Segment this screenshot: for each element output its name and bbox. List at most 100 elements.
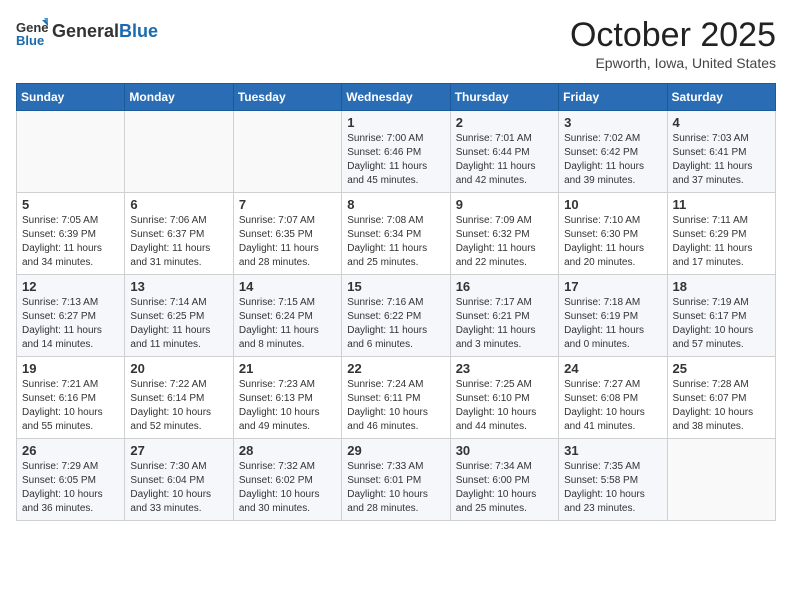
day-number: 2 xyxy=(456,115,553,130)
calendar-cell: 25 Sunrise: 7:28 AM Sunset: 6:07 PM Dayli… xyxy=(667,357,775,439)
day-info: Sunrise: 7:02 AM Sunset: 6:42 PM Dayligh… xyxy=(564,132,661,188)
calendar-cell: 12Sunrise: 7:13 AM Sunset: 6:27 PM Dayli… xyxy=(17,275,125,357)
calendar-cell: 23 Sunrise: 7:25 AM Sunset: 6:10 PM Dayli… xyxy=(450,357,558,439)
calendar-cell: 15 Sunrise: 7:16 AM Sunset: 6:22 PM Dayli… xyxy=(342,275,450,357)
calendar-cell xyxy=(667,439,775,521)
calendar-cell: 26Sunrise: 7:29 AM Sunset: 6:05 PM Dayli… xyxy=(17,439,125,521)
day-info: Sunrise: 7:17 AM Sunset: 6:21 PM Dayligh… xyxy=(456,296,553,352)
day-number: 6 xyxy=(130,197,227,212)
day-info: Sunrise: 7:05 AM Sunset: 6:39 PM Dayligh… xyxy=(22,214,119,270)
calendar-cell: 5 Sunrise: 7:05 AM Sunset: 6:39 PM Daylig… xyxy=(17,193,125,275)
calendar-cell: 19 Sunrise: 7:21 AM Sunset: 6:16 PM Dayli… xyxy=(17,357,125,439)
calendar-cell: 21 Sunrise: 7:23 AM Sunset: 6:13 PM Dayli… xyxy=(233,357,341,439)
day-number: 23 xyxy=(456,361,553,376)
day-info: Sunrise: 7:13 AM Sunset: 6:27 PM Dayligh… xyxy=(22,296,119,352)
day-header-friday: Friday xyxy=(559,84,667,111)
day-number: 15 xyxy=(347,279,444,294)
day-number: 31 xyxy=(564,443,661,458)
calendar-cell: 9Sunrise: 7:09 AM Sunset: 6:32 PM Daylig… xyxy=(450,193,558,275)
day-number: 30 xyxy=(456,443,553,458)
calendar-cell: 6 Sunrise: 7:06 AM Sunset: 6:37 PM Daylig… xyxy=(125,193,233,275)
day-number: 17 xyxy=(564,279,661,294)
day-info: Sunrise: 7:30 AM Sunset: 6:04 PM Dayligh… xyxy=(130,460,227,516)
calendar-cell: 1 Sunrise: 7:00 AM Sunset: 6:46 PM Daylig… xyxy=(342,111,450,193)
day-info: Sunrise: 7:32 AM Sunset: 6:02 PM Dayligh… xyxy=(239,460,336,516)
calendar-cell xyxy=(125,111,233,193)
day-info: Sunrise: 7:33 AM Sunset: 6:01 PM Dayligh… xyxy=(347,460,444,516)
day-number: 3 xyxy=(564,115,661,130)
calendar-cell: 3 Sunrise: 7:02 AM Sunset: 6:42 PM Daylig… xyxy=(559,111,667,193)
day-number: 13 xyxy=(130,279,227,294)
day-header-tuesday: Tuesday xyxy=(233,84,341,111)
calendar-cell: 24 Sunrise: 7:27 AM Sunset: 6:08 PM Dayli… xyxy=(559,357,667,439)
logo-general-text: General xyxy=(52,21,119,41)
day-info: Sunrise: 7:34 AM Sunset: 6:00 PM Dayligh… xyxy=(456,460,553,516)
week-row-4: 19 Sunrise: 7:21 AM Sunset: 6:16 PM Dayli… xyxy=(17,357,776,439)
day-info: Sunrise: 7:03 AM Sunset: 6:41 PM Dayligh… xyxy=(673,132,770,188)
calendar-cell: 31 Sunrise: 7:35 AM Sunset: 5:58 PM Dayli… xyxy=(559,439,667,521)
day-info: Sunrise: 7:11 AM Sunset: 6:29 PM Dayligh… xyxy=(673,214,770,270)
day-info: Sunrise: 7:16 AM Sunset: 6:22 PM Dayligh… xyxy=(347,296,444,352)
calendar-cell: 10 Sunrise: 7:10 AM Sunset: 6:30 PM Dayli… xyxy=(559,193,667,275)
day-number: 24 xyxy=(564,361,661,376)
week-row-3: 12Sunrise: 7:13 AM Sunset: 6:27 PM Dayli… xyxy=(17,275,776,357)
day-info: Sunrise: 7:28 AM Sunset: 6:07 PM Dayligh… xyxy=(673,378,770,434)
day-info: Sunrise: 7:24 AM Sunset: 6:11 PM Dayligh… xyxy=(347,378,444,434)
day-info: Sunrise: 7:35 AM Sunset: 5:58 PM Dayligh… xyxy=(564,460,661,516)
day-info: Sunrise: 7:07 AM Sunset: 6:35 PM Dayligh… xyxy=(239,214,336,270)
day-header-saturday: Saturday xyxy=(667,84,775,111)
day-header-thursday: Thursday xyxy=(450,84,558,111)
logo-icon: General Blue xyxy=(16,16,48,48)
logo-blue-text: Blue xyxy=(119,21,158,41)
day-info: Sunrise: 7:23 AM Sunset: 6:13 PM Dayligh… xyxy=(239,378,336,434)
day-number: 18 xyxy=(673,279,770,294)
week-row-2: 5 Sunrise: 7:05 AM Sunset: 6:39 PM Daylig… xyxy=(17,193,776,275)
calendar-cell: 14 Sunrise: 7:15 AM Sunset: 6:24 PM Dayli… xyxy=(233,275,341,357)
calendar-cell: 13 Sunrise: 7:14 AM Sunset: 6:25 PM Dayli… xyxy=(125,275,233,357)
calendar-cell: 20 Sunrise: 7:22 AM Sunset: 6:14 PM Dayli… xyxy=(125,357,233,439)
day-number: 1 xyxy=(347,115,444,130)
day-info: Sunrise: 7:22 AM Sunset: 6:14 PM Dayligh… xyxy=(130,378,227,434)
day-number: 8 xyxy=(347,197,444,212)
day-info: Sunrise: 7:15 AM Sunset: 6:24 PM Dayligh… xyxy=(239,296,336,352)
day-number: 29 xyxy=(347,443,444,458)
calendar-cell: 8 Sunrise: 7:08 AM Sunset: 6:34 PM Daylig… xyxy=(342,193,450,275)
calendar-cell: 4 Sunrise: 7:03 AM Sunset: 6:41 PM Daylig… xyxy=(667,111,775,193)
calendar-cell xyxy=(17,111,125,193)
calendar-header-row: SundayMondayTuesdayWednesdayThursdayFrid… xyxy=(17,84,776,111)
calendar-cell: 11Sunrise: 7:11 AM Sunset: 6:29 PM Dayli… xyxy=(667,193,775,275)
day-info: Sunrise: 7:10 AM Sunset: 6:30 PM Dayligh… xyxy=(564,214,661,270)
week-row-5: 26Sunrise: 7:29 AM Sunset: 6:05 PM Dayli… xyxy=(17,439,776,521)
week-row-1: 1 Sunrise: 7:00 AM Sunset: 6:46 PM Daylig… xyxy=(17,111,776,193)
day-number: 4 xyxy=(673,115,770,130)
day-number: 19 xyxy=(22,361,119,376)
day-info: Sunrise: 7:08 AM Sunset: 6:34 PM Dayligh… xyxy=(347,214,444,270)
day-info: Sunrise: 7:00 AM Sunset: 6:46 PM Dayligh… xyxy=(347,132,444,188)
calendar-cell: 27 Sunrise: 7:30 AM Sunset: 6:04 PM Dayli… xyxy=(125,439,233,521)
day-header-monday: Monday xyxy=(125,84,233,111)
day-info: Sunrise: 7:06 AM Sunset: 6:37 PM Dayligh… xyxy=(130,214,227,270)
day-info: Sunrise: 7:25 AM Sunset: 6:10 PM Dayligh… xyxy=(456,378,553,434)
month-title: October 2025 xyxy=(570,16,776,55)
day-header-sunday: Sunday xyxy=(17,84,125,111)
calendar-cell: 22Sunrise: 7:24 AM Sunset: 6:11 PM Dayli… xyxy=(342,357,450,439)
calendar-cell: 29 Sunrise: 7:33 AM Sunset: 6:01 PM Dayli… xyxy=(342,439,450,521)
day-info: Sunrise: 7:01 AM Sunset: 6:44 PM Dayligh… xyxy=(456,132,553,188)
calendar-cell: 18Sunrise: 7:19 AM Sunset: 6:17 PM Dayli… xyxy=(667,275,775,357)
day-number: 21 xyxy=(239,361,336,376)
day-number: 16 xyxy=(456,279,553,294)
day-number: 14 xyxy=(239,279,336,294)
day-number: 25 xyxy=(673,361,770,376)
day-number: 10 xyxy=(564,197,661,212)
day-number: 7 xyxy=(239,197,336,212)
calendar-cell: 17Sunrise: 7:18 AM Sunset: 6:19 PM Dayli… xyxy=(559,275,667,357)
day-info: Sunrise: 7:14 AM Sunset: 6:25 PM Dayligh… xyxy=(130,296,227,352)
calendar-cell xyxy=(233,111,341,193)
calendar-cell: 16 Sunrise: 7:17 AM Sunset: 6:21 PM Dayli… xyxy=(450,275,558,357)
day-number: 20 xyxy=(130,361,227,376)
day-info: Sunrise: 7:21 AM Sunset: 6:16 PM Dayligh… xyxy=(22,378,119,434)
day-header-wednesday: Wednesday xyxy=(342,84,450,111)
day-number: 5 xyxy=(22,197,119,212)
day-info: Sunrise: 7:27 AM Sunset: 6:08 PM Dayligh… xyxy=(564,378,661,434)
day-number: 27 xyxy=(130,443,227,458)
